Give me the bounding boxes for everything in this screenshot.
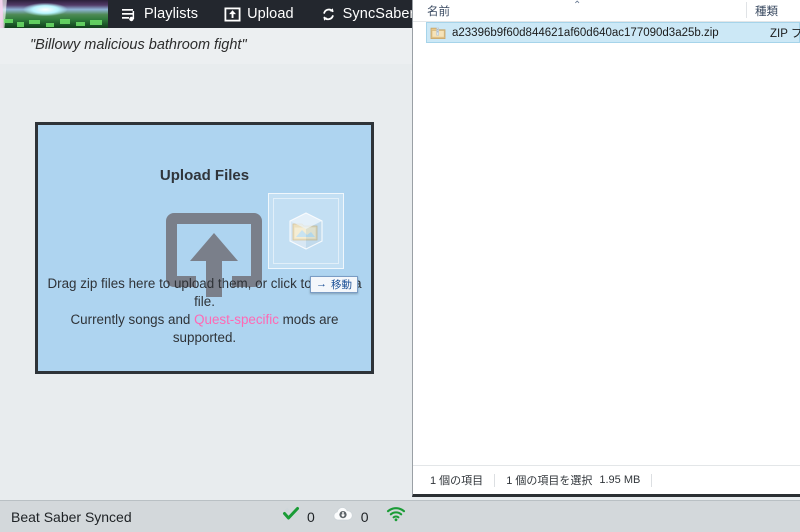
upload-box-icon [224, 6, 241, 23]
column-header-name[interactable]: 名前 [427, 3, 450, 19]
dropzone-title: Upload Files [159, 167, 250, 184]
nav-item-label: SyncSaber [342, 6, 415, 22]
nav-item-label: Upload [247, 6, 294, 22]
green-check-icon [282, 505, 300, 528]
wifi-icon [386, 506, 406, 527]
item-count-label: 1 個の項目 [430, 475, 484, 487]
file-list-body[interactable] [413, 44, 800, 464]
status-separator-2 [651, 473, 653, 487]
file-type-cell: ZIP ファイル [770, 27, 800, 40]
file-name-cell: a23396b9f60d844621af60d640ac177090d3a25b… [452, 26, 719, 39]
nav-items: Playlists Upload SyncSaber [108, 0, 464, 28]
dropzone-desc-prefix: Currently songs and [70, 312, 195, 327]
nav-item-playlists[interactable]: Playlists [108, 0, 211, 28]
site-banner-thumbnail [0, 0, 108, 28]
file-explorer-window[interactable]: 名前 ⌃ 種類 a23396b9f60d844621af60d640ac1770… [412, 0, 800, 497]
status-icon-group: 0 0 [282, 505, 406, 528]
drag-move-badge: → 移動 [310, 276, 358, 293]
app-statusbar: Beat Saber Synced 0 0 [0, 500, 800, 532]
synced-count: 0 [307, 508, 315, 525]
cloud-download-icon [332, 506, 354, 527]
nav-item-upload[interactable]: Upload [211, 0, 307, 28]
explorer-statusbar: 1 個の項目 1 個の項目を選択 1.95 MB [413, 465, 800, 494]
download-count: 0 [360, 508, 369, 525]
selected-items-label: 1 個の項目を選択 [506, 475, 593, 487]
sync-refresh-icon [320, 6, 337, 23]
zip-file-drag-ghost-icon [268, 193, 344, 269]
table-row[interactable]: a23396b9f60d844621af60d640ac177090d3a25b… [426, 22, 800, 43]
column-header-type[interactable]: 種類 [755, 3, 778, 19]
sync-status-label: Beat Saber Synced [11, 508, 132, 525]
quest-specific-link[interactable]: Quest-specific [194, 312, 279, 327]
file-list-header: 名前 ⌃ 種類 [413, 0, 800, 22]
zip-file-icon [430, 25, 446, 40]
status-separator [494, 473, 496, 487]
page-quote: "Billowy malicious bathroom fight" [30, 37, 247, 53]
selected-size-label: 1.95 MB [599, 474, 641, 486]
sort-ascending-caret-icon: ⌃ [573, 0, 582, 11]
playlist-icon [121, 6, 138, 23]
drag-move-label: 移動 [331, 279, 352, 291]
nav-item-label: Playlists [144, 6, 199, 22]
arrow-right-icon: → [316, 278, 327, 290]
column-divider[interactable] [746, 2, 747, 18]
nav-item-syncsaber[interactable]: SyncSaber [307, 0, 428, 28]
